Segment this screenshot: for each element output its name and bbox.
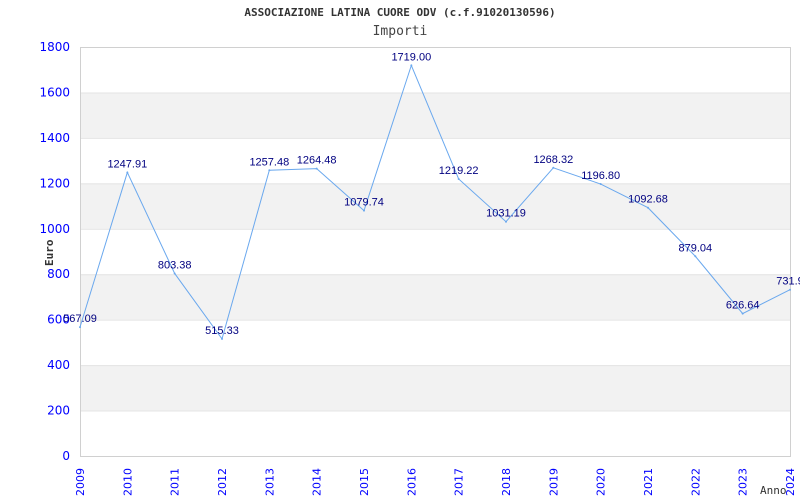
x-tick-label: 2018 <box>500 468 513 496</box>
data-point <box>552 166 555 169</box>
x-tick-label: 2012 <box>216 468 229 496</box>
data-label: 1031.19 <box>486 208 526 220</box>
data-label: 1196.80 <box>581 170 620 182</box>
data-point <box>126 171 129 174</box>
data-point <box>505 220 507 223</box>
data-point <box>789 288 791 291</box>
data-label: 1079.74 <box>344 197 384 209</box>
data-point <box>221 337 223 340</box>
grid-band <box>80 274 790 320</box>
data-point <box>363 209 365 212</box>
data-point <box>741 312 744 315</box>
data-point <box>173 272 176 275</box>
x-tick-label: 2013 <box>263 468 276 496</box>
data-point <box>79 326 81 329</box>
data-point <box>268 169 271 172</box>
data-label: 567.09 <box>63 313 97 325</box>
x-tick-label: 2010 <box>121 468 134 496</box>
y-tick-label: 400 <box>47 358 70 372</box>
line-chart: 0200400600800100012001400160018002009 201… <box>39 40 800 497</box>
data-label: 515.33 <box>205 325 239 337</box>
x-tick-label: 2020 <box>595 468 608 496</box>
x-tick-label: 2019 <box>547 468 560 496</box>
grid-band <box>80 92 790 138</box>
x-tick-label: 2009 <box>74 468 87 496</box>
y-tick-label: 200 <box>47 404 70 418</box>
data-label: 1719.00 <box>391 51 431 63</box>
x-tick-label: 2021 <box>642 468 655 496</box>
y-axis-label: Euro <box>43 239 56 266</box>
data-point <box>694 255 697 258</box>
x-tick-label: 2014 <box>311 468 324 496</box>
x-axis-label: Anno <box>760 484 787 497</box>
y-tick-label: 0 <box>62 449 70 463</box>
data-label: 731.9 <box>776 276 800 288</box>
data-label: 1219.22 <box>439 165 479 177</box>
y-tick-label: 1400 <box>39 131 70 145</box>
data-label: 1092.68 <box>628 194 668 206</box>
y-tick-label: 1600 <box>39 85 70 99</box>
data-label: 879.04 <box>679 242 713 254</box>
data-point <box>647 206 649 209</box>
data-point <box>410 64 413 67</box>
y-tick-label: 1200 <box>39 176 70 190</box>
x-tick-label: 2022 <box>689 468 702 496</box>
grid-band <box>80 183 790 229</box>
x-tick-label: 2023 <box>737 468 750 496</box>
data-label: 626.64 <box>726 300 760 312</box>
y-tick-label: 1000 <box>39 222 70 236</box>
data-label: 1268.32 <box>533 154 573 166</box>
x-tick-label: 2016 <box>405 468 418 496</box>
data-point <box>457 177 460 180</box>
data-label: 1264.48 <box>297 155 337 167</box>
data-label: 1257.48 <box>249 156 289 168</box>
data-point <box>315 167 318 170</box>
x-tick-label: 2017 <box>453 468 466 496</box>
y-tick-label: 1800 <box>39 40 70 54</box>
x-tick-label: 2011 <box>169 468 182 496</box>
data-label: 803.38 <box>158 259 192 271</box>
data-point <box>599 183 602 186</box>
grid-band <box>80 365 790 411</box>
data-label: 1247.91 <box>107 158 147 170</box>
y-tick-label: 800 <box>47 267 70 281</box>
x-tick-label: 2015 <box>358 468 371 496</box>
